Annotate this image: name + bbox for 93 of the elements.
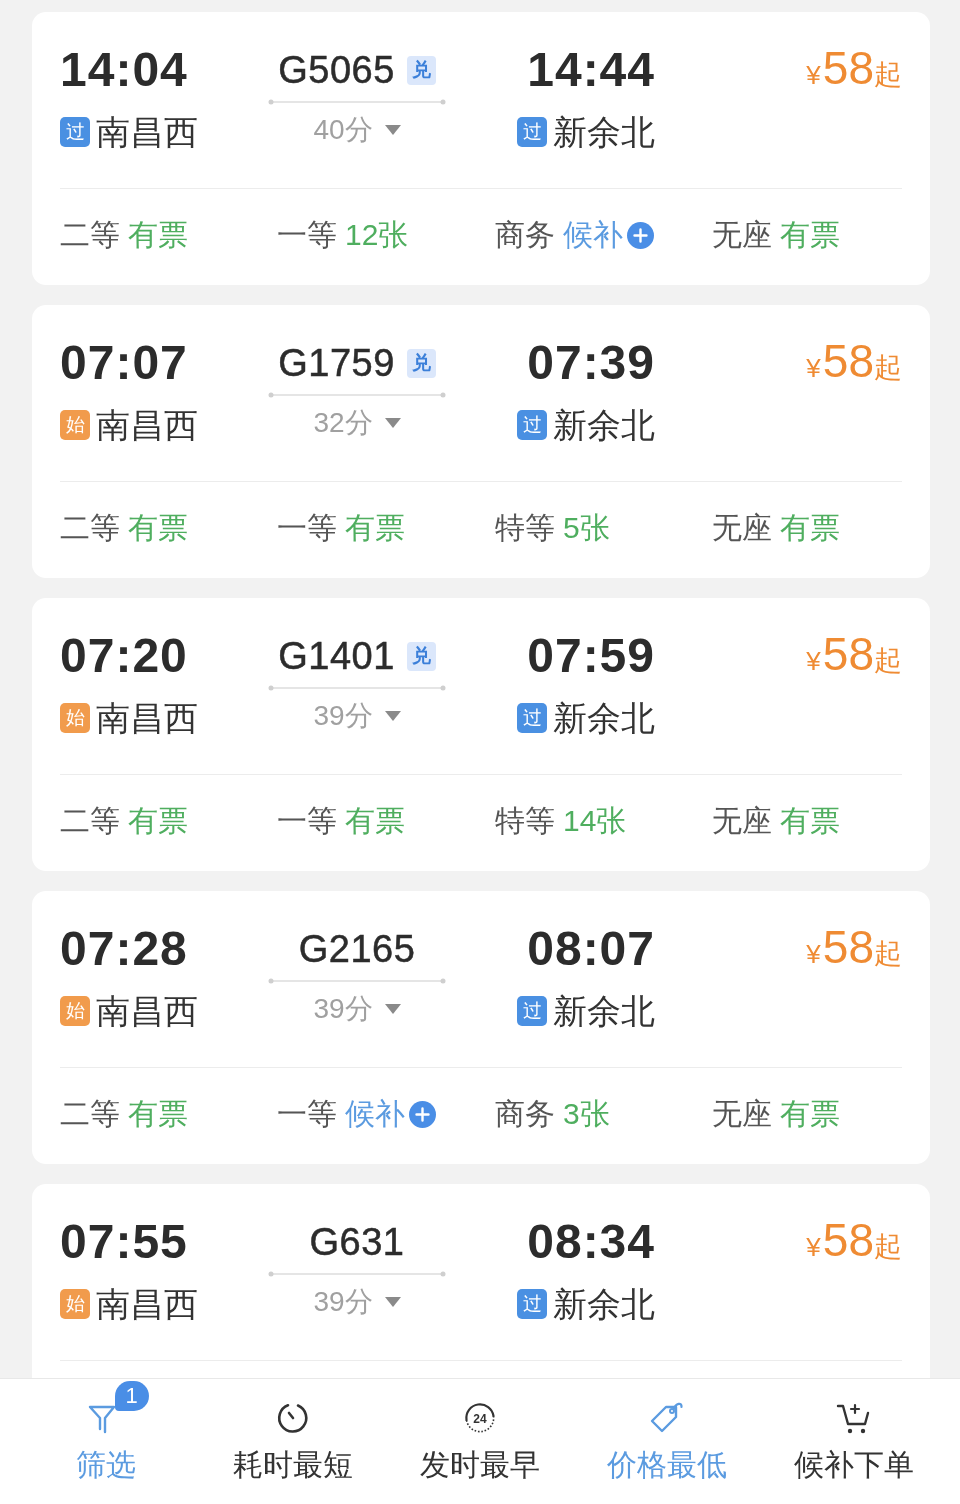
ticket-status: 有票 — [128, 803, 188, 839]
price-label: ¥58起 — [806, 335, 902, 387]
price-label: ¥58起 — [806, 1214, 902, 1266]
train-number: G1401 — [278, 634, 395, 678]
caret-icon — [384, 711, 401, 721]
duration-toggle[interactable]: 39分 — [313, 993, 401, 1025]
seat-class-label: 特等 — [495, 803, 555, 839]
station-type-tag: 过 — [517, 410, 547, 440]
seat-class-label: 一等 — [277, 1096, 337, 1132]
departure-time: 07:20 — [60, 628, 189, 684]
exchange-tag: 兑 — [406, 55, 436, 85]
arrival-time: 08:34 — [527, 1214, 655, 1270]
ticket-status: 有票 — [780, 217, 840, 253]
price-label: ¥58起 — [806, 921, 902, 973]
seat-class-label: 二等 — [60, 1096, 120, 1132]
plus-icon — [627, 221, 654, 249]
train-card[interactable]: 07:07 G1759 兑 07:39 ¥58起 始 南昌西 32分 过 新余北 二等 有票 一等 有票 特等 5张 无座 有票 — [32, 305, 930, 578]
station-type-tag: 始 — [60, 1289, 90, 1319]
count-badge: 1 — [114, 1381, 149, 1411]
arrival-time: 14:44 — [527, 42, 655, 98]
ticket-status: 有票 — [128, 510, 188, 546]
caret-icon — [384, 1297, 401, 1307]
ticket-status: 有票 — [780, 1096, 840, 1132]
price-label: ¥58起 — [806, 42, 902, 94]
caret-icon — [384, 418, 401, 428]
train-card[interactable]: 07:55 G631 08:34 ¥58起 始 南昌西 39分 过 新余北 — [32, 1184, 930, 1378]
ticket-status: 有票 — [780, 510, 840, 546]
train-card[interactable]: 07:20 G1401 兑 07:59 ¥58起 始 南昌西 39分 过 新余北 二等 有票 一等 有票 特等 14张 无座 有票 — [32, 598, 930, 871]
ticket-status: 有票 — [780, 803, 840, 839]
ticket-status: 12张 — [345, 217, 409, 253]
seat-class-label: 二等 — [60, 510, 120, 546]
station-name: 南昌西 — [96, 698, 198, 739]
seat-class-label: 一等 — [277, 217, 337, 253]
ticket-status[interactable]: 候补 — [563, 215, 623, 255]
duration-toggle[interactable]: 40分 — [313, 114, 401, 146]
train-card[interactable]: 07:28 G2165 08:07 ¥58起 始 南昌西 39分 过 新余北 二等 有票 一等 候补 商务 3张 无座 有票 — [32, 891, 930, 1164]
seat-class-label: 一等 — [277, 510, 337, 546]
departure-time: 14:04 — [60, 42, 189, 98]
seat-class-label: 二等 — [60, 803, 120, 839]
train-card[interactable]: 14:04 G5065 兑 14:44 ¥58起 过 南昌西 40分 过 新余北 二等 有票 一等 12张 商务 候补 无座 有票 — [32, 12, 930, 285]
ticket-status: 3张 — [563, 1096, 610, 1132]
caret-icon — [384, 1004, 401, 1014]
departure-time: 07:07 — [60, 335, 189, 391]
ticket-status[interactable]: 候补 — [345, 1094, 405, 1134]
ticket-status: 有票 — [128, 1096, 188, 1132]
station-name: 南昌西 — [96, 991, 198, 1032]
seat-class-label: 商务 — [495, 1096, 555, 1132]
ticket-status: 有票 — [345, 510, 405, 546]
station-type-tag: 过 — [60, 117, 90, 147]
station-type-tag: 始 — [60, 996, 90, 1026]
seat-class-label: 无座 — [712, 510, 772, 546]
seat-class-label: 特等 — [495, 510, 555, 546]
seat-class-label: 二等 — [60, 217, 120, 253]
station-name: 新余北 — [553, 405, 655, 446]
price-label: ¥58起 — [806, 628, 902, 680]
caret-icon — [384, 125, 401, 135]
arrival-time: 07:39 — [527, 335, 655, 391]
seat-class-label: 商务 — [495, 217, 555, 253]
departure-time: 07:28 — [60, 921, 189, 977]
station-type-tag: 过 — [517, 1289, 547, 1319]
station-name: 南昌西 — [96, 405, 198, 446]
train-number: G1759 — [278, 341, 395, 385]
station-name: 新余北 — [553, 1284, 655, 1325]
plus-icon — [409, 1100, 436, 1128]
duration-toggle[interactable]: 32分 — [313, 407, 401, 439]
station-type-tag: 过 — [517, 703, 547, 733]
exchange-tag: 兑 — [406, 348, 436, 378]
arrival-time: 07:59 — [527, 628, 655, 684]
arrival-time: 08:07 — [527, 921, 655, 977]
train-number: G5065 — [278, 48, 395, 92]
ticket-status: 14张 — [563, 803, 627, 839]
station-type-tag: 始 — [60, 703, 90, 733]
seat-class-label: 无座 — [712, 1096, 772, 1132]
station-name: 南昌西 — [96, 1284, 198, 1325]
seat-class-label: 无座 — [712, 217, 772, 253]
ticket-status: 有票 — [345, 803, 405, 839]
exchange-tag: 兑 — [406, 641, 436, 671]
station-type-tag: 过 — [517, 117, 547, 147]
train-number: G2165 — [298, 927, 416, 971]
train-number: G631 — [309, 1220, 405, 1264]
station-name: 南昌西 — [96, 112, 198, 153]
ticket-status: 有票 — [128, 217, 188, 253]
station-type-tag: 始 — [60, 410, 90, 440]
station-name: 新余北 — [553, 698, 655, 739]
station-name: 新余北 — [553, 991, 655, 1032]
departure-time: 07:55 — [60, 1214, 189, 1270]
ticket-status: 5张 — [563, 510, 610, 546]
station-name: 新余北 — [553, 112, 655, 153]
station-type-tag: 过 — [517, 996, 547, 1026]
duration-toggle[interactable]: 39分 — [313, 1286, 401, 1318]
seat-class-label: 一等 — [277, 803, 337, 839]
seat-class-label: 无座 — [712, 803, 772, 839]
duration-toggle[interactable]: 39分 — [313, 700, 401, 732]
